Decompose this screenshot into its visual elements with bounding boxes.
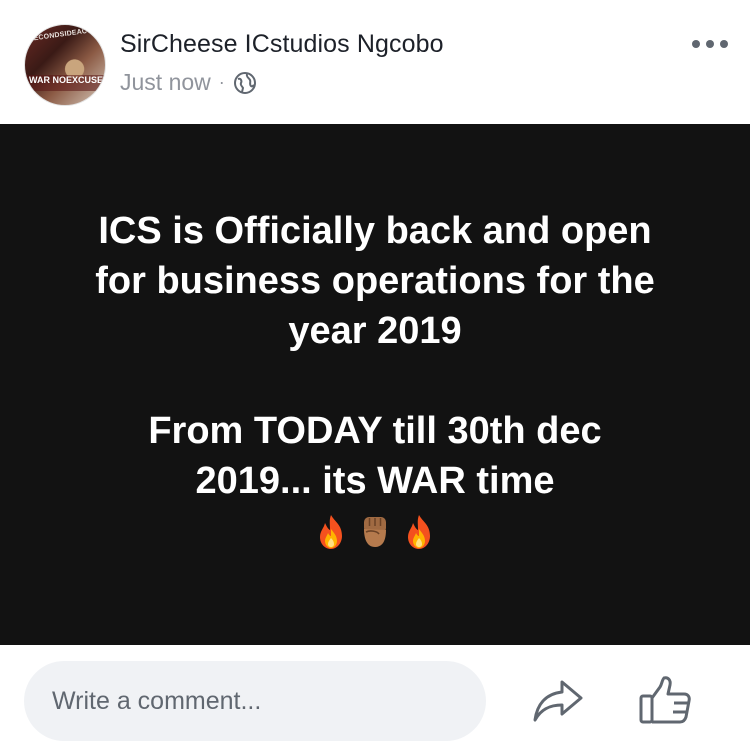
post-text-line: 2019... its WAR time <box>195 460 555 502</box>
post-text-line: ICS is Officially back and open <box>98 210 652 252</box>
like-icon[interactable] <box>638 675 692 725</box>
post-text-line: From TODAY till 30th dec <box>148 410 602 452</box>
comment-box[interactable] <box>24 661 486 741</box>
post-background-card: ICS is Officially back and open for busi… <box>0 124 750 645</box>
avatar[interactable]: #SECONDSIDEACTION WAR NOEXCUSE <box>24 24 106 106</box>
share-icon[interactable] <box>532 678 584 724</box>
avatar-top-text: #SECONDSIDEACTION <box>24 25 106 44</box>
timestamp[interactable]: Just now <box>120 69 211 96</box>
emoji-row <box>0 512 750 552</box>
more-options-icon[interactable] <box>692 36 728 52</box>
fire-icon <box>408 515 430 549</box>
avatar-bottom-text: WAR NOEXCUSE <box>25 75 105 91</box>
post-header: #SECONDSIDEACTION WAR NOEXCUSE SirCheese… <box>0 0 750 124</box>
post-footer <box>0 645 750 750</box>
post-text-line: year 2019 <box>288 310 462 352</box>
post-text-line: for business operations for the <box>95 260 655 302</box>
meta-separator: · <box>218 72 225 92</box>
post-meta: Just now · <box>120 69 257 96</box>
post-text: ICS is Officially back and open for busi… <box>0 206 750 552</box>
globe-icon[interactable] <box>233 71 257 95</box>
raised-fist-icon <box>364 517 386 547</box>
fire-icon <box>320 515 342 549</box>
comment-input[interactable] <box>50 685 454 717</box>
author-name[interactable]: SirCheese ICstudios Ngcobo <box>120 30 444 59</box>
